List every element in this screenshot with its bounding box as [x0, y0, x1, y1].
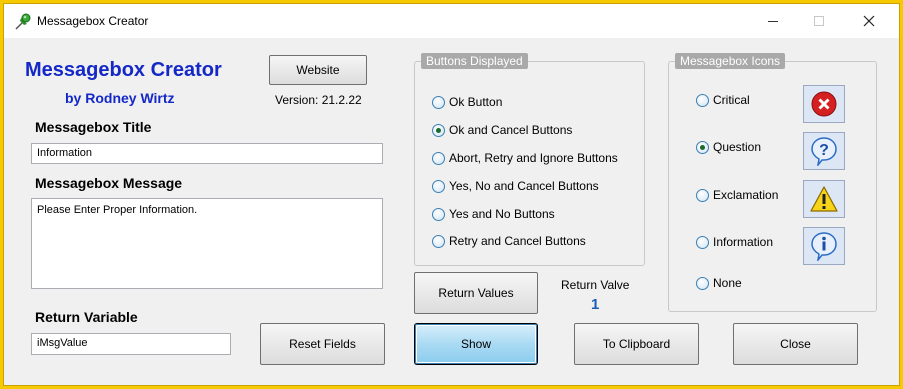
messagebox-icons-title: Messagebox Icons [675, 53, 786, 69]
radio-ok-button[interactable]: Ok Button [432, 95, 502, 109]
radio-label: Critical [713, 93, 750, 107]
radio-critical[interactable]: Critical [696, 93, 750, 107]
app-window: Messagebox Creator Messagebox Creator by… [3, 3, 900, 386]
messagebox-title-label: Messagebox Title [35, 119, 152, 135]
radio-exclamation[interactable]: Exclamation [696, 188, 778, 202]
radio-retry-cancel-buttons[interactable]: Retry and Cancel Buttons [432, 234, 586, 248]
radio-icon [432, 95, 445, 109]
radio-abort-retry-ignore-buttons[interactable]: Abort, Retry and Ignore Buttons [432, 151, 618, 165]
return-variable-label: Return Variable [35, 309, 138, 325]
show-button[interactable]: Show [415, 324, 537, 364]
buttons-displayed-title: Buttons Displayed [421, 53, 528, 69]
question-icon-box: ? [803, 132, 845, 170]
radio-label: Exclamation [713, 188, 779, 202]
radio-information[interactable]: Information [696, 235, 773, 249]
radio-yes-no-cancel-buttons[interactable]: Yes, No and Cancel Buttons [432, 179, 599, 193]
radio-label: Ok Button [449, 95, 503, 109]
radio-label: Abort, Retry and Ignore Buttons [449, 151, 618, 165]
to-clipboard-button[interactable]: To Clipboard [574, 323, 699, 365]
radio-yes-no-buttons[interactable]: Yes and No Buttons [432, 207, 555, 221]
close-label: Close [780, 337, 811, 351]
to-clipboard-label: To Clipboard [602, 337, 671, 351]
messagebox-message-label: Messagebox Message [35, 175, 183, 191]
messagebox-message-input[interactable]: Please Enter Proper Information. [31, 198, 383, 289]
radio-label: None [713, 276, 742, 290]
question-icon: ? [811, 137, 837, 166]
critical-icon [811, 91, 837, 117]
reset-fields-label: Reset Fields [289, 337, 356, 351]
radio-label: Retry and Cancel Buttons [449, 234, 586, 248]
close-button[interactable]: Close [733, 323, 858, 365]
radio-checked-icon [432, 123, 445, 137]
maximize-icon [814, 16, 824, 26]
exclamation-icon [810, 186, 838, 212]
radio-label: Question [713, 140, 762, 154]
radio-label: Ok and Cancel Buttons [449, 123, 573, 137]
radio-none[interactable]: None [696, 276, 742, 290]
critical-icon-box [803, 85, 845, 123]
window-title: Messagebox Creator [37, 14, 149, 28]
svg-text:?: ? [819, 142, 829, 159]
minimize-icon [768, 20, 778, 22]
title-bar: Messagebox Creator [4, 4, 899, 38]
information-icon [811, 232, 837, 261]
exclamation-icon-box [803, 180, 845, 218]
messagebox-title-input[interactable]: Information [31, 143, 383, 164]
close-icon [863, 15, 875, 27]
maximize-button[interactable] [796, 4, 842, 38]
radio-icon [696, 188, 709, 202]
information-icon-box [803, 227, 845, 265]
return-valve-label: Return Valve [561, 278, 630, 292]
radio-label: Yes, No and Cancel Buttons [449, 179, 599, 193]
website-button-label: Website [296, 63, 340, 77]
close-window-button[interactable] [846, 4, 892, 38]
radio-label: Information [713, 235, 774, 249]
radio-checked-icon [696, 140, 709, 154]
show-label: Show [460, 337, 492, 351]
minimize-button[interactable] [750, 4, 796, 38]
app-title: Messagebox Creator [25, 59, 222, 81]
radio-icon [696, 235, 709, 249]
return-variable-input[interactable]: iMsgValue [31, 333, 231, 355]
website-button[interactable]: Website [269, 55, 367, 85]
radio-icon [432, 179, 445, 193]
return-valve-value: 1 [591, 296, 600, 313]
radio-icon [432, 234, 445, 248]
radio-ok-cancel-buttons[interactable]: Ok and Cancel Buttons [432, 123, 572, 137]
app-author: by Rodney Wirtz [65, 90, 175, 106]
pushpin-icon [13, 12, 33, 32]
radio-icon [696, 276, 709, 290]
radio-label: Yes and No Buttons [449, 207, 555, 221]
reset-fields-button[interactable]: Reset Fields [260, 323, 385, 365]
radio-question[interactable]: Question [696, 140, 761, 154]
radio-icon [696, 93, 709, 107]
version-label: Version: 21.2.22 [275, 93, 362, 107]
radio-icon [432, 151, 445, 165]
return-values-button[interactable]: Return Values [414, 272, 538, 314]
buttons-displayed-group: Buttons Displayed Ok Button Ok and Cance… [414, 53, 645, 266]
return-values-label: Return Values [438, 286, 514, 300]
radio-icon [432, 207, 445, 221]
messagebox-icons-group: Messagebox Icons Critical Question ? Exc… [668, 53, 877, 312]
